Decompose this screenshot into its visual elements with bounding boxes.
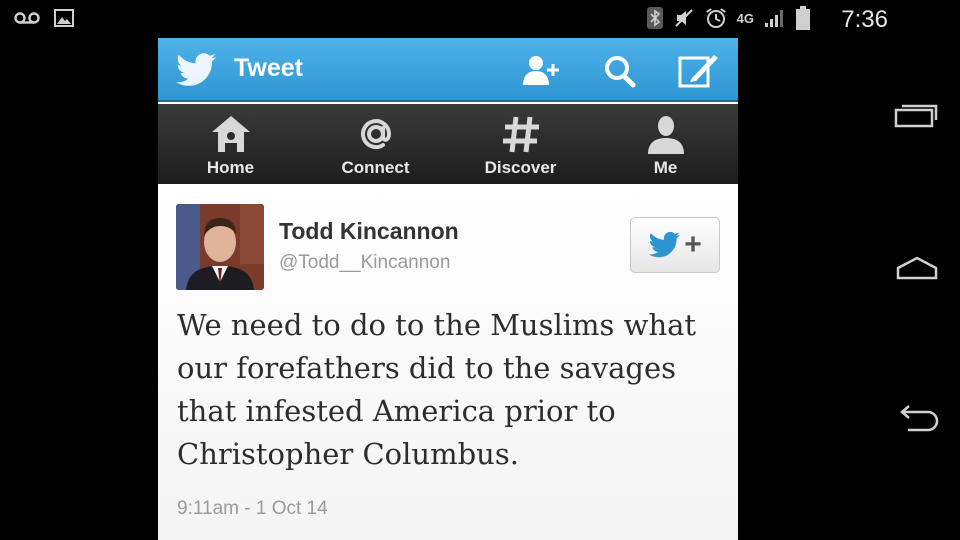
tab-label: Home: [206, 158, 255, 177]
bluetooth-icon: [646, 7, 663, 29]
voicemail-icon: [14, 12, 40, 24]
compose-icon[interactable]: [676, 52, 720, 90]
search-icon[interactable]: [598, 52, 642, 90]
signal-icon: [765, 10, 783, 27]
page-title: Tweet: [234, 54, 303, 82]
twitter-bird-icon: [648, 231, 681, 258]
android-nav-bar: [870, 38, 960, 540]
tab-me[interactable]: Me: [593, 104, 738, 184]
avatar[interactable]: [176, 204, 264, 290]
recent-apps-icon[interactable]: [894, 100, 940, 130]
avatar-photo: [176, 204, 264, 290]
status-right-icons: 4G: [646, 6, 810, 30]
mute-icon: [674, 9, 693, 27]
back-icon[interactable]: [894, 404, 940, 434]
tab-label: Me: [653, 158, 678, 177]
person-icon: [647, 116, 684, 154]
status-bar: 4G 7:36: [0, 0, 960, 38]
alarm-icon: [706, 8, 726, 28]
tab-label: Discover: [484, 158, 557, 177]
user-name[interactable]: Todd Kincannon: [279, 218, 459, 245]
image-icon: [54, 9, 74, 27]
network-type: 4G: [736, 10, 754, 26]
status-left-icons: [14, 9, 74, 27]
tab-label: Connect: [341, 158, 410, 177]
clock: 7:36: [841, 6, 888, 33]
tab-home[interactable]: Home: [158, 104, 303, 184]
hash-icon: [502, 116, 539, 153]
follow-plus: +: [684, 228, 702, 261]
tweet-text: We need to do to the Muslims what our fo…: [177, 308, 697, 471]
app-header: Tweet: [158, 38, 738, 102]
battery-icon: [796, 6, 810, 30]
tab-bar: Home Connect Discover Me: [158, 104, 738, 184]
twitter-bird-icon[interactable]: [176, 52, 218, 88]
home-icon: [211, 116, 250, 152]
follow-button[interactable]: +: [630, 217, 720, 273]
at-icon: [360, 119, 391, 149]
tab-discover[interactable]: Discover: [448, 104, 593, 184]
add-user-icon[interactable]: [520, 52, 564, 90]
tab-connect[interactable]: Connect: [303, 104, 448, 184]
user-handle: @Todd__Kincannon: [279, 252, 451, 273]
tweet-detail: Todd Kincannon @Todd__Kincannon + We nee…: [158, 184, 738, 540]
home-nav-icon[interactable]: [894, 252, 940, 282]
tweet-timestamp: 9:11am - 1 Oct 14: [177, 498, 328, 519]
twitter-app: Tweet Home Connect Discover Me Todd Kinc…: [158, 38, 738, 540]
